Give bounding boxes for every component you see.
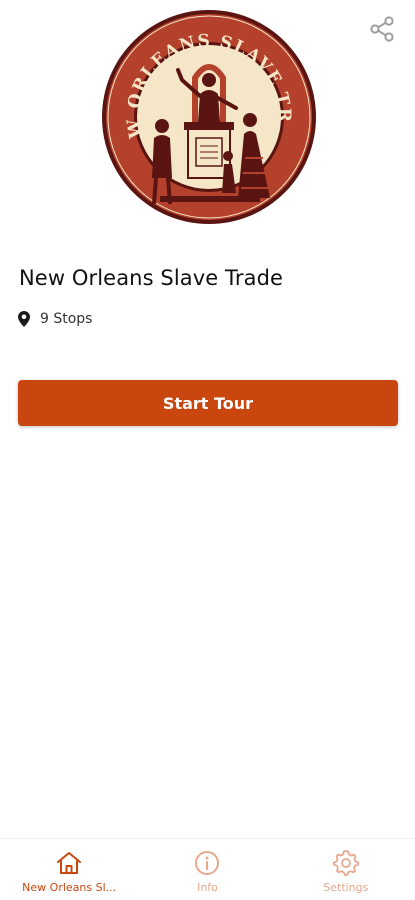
app-screen: NEW ORLEANS SLAVE TRADE — [0, 0, 415, 900]
tour-title: New Orleans Slave Trade — [19, 266, 284, 290]
stops-count-label: 9 Stops — [40, 311, 93, 327]
start-tour-button[interactable]: Start Tour — [18, 380, 398, 426]
nav-item-settings[interactable]: Settings — [277, 839, 415, 900]
bottom-nav: New Orleans Sl... Info Settings — [0, 838, 415, 900]
share-icon — [370, 16, 394, 42]
gear-icon — [332, 850, 360, 876]
home-icon — [57, 852, 82, 874]
stops-count-row: 9 Stops — [18, 311, 92, 327]
nav-label-info: Info — [197, 881, 218, 894]
nav-item-info[interactable]: Info — [138, 839, 276, 900]
nav-item-home[interactable]: New Orleans Sl... — [0, 839, 138, 900]
nav-label-home: New Orleans Sl... — [22, 881, 117, 894]
info-icon — [195, 851, 220, 875]
tour-logo: NEW ORLEANS SLAVE TRADE — [91, 0, 318, 226]
nav-label-settings: Settings — [323, 881, 369, 894]
share-button[interactable] — [365, 12, 399, 46]
map-pin-icon — [18, 311, 30, 327]
tour-logo-image: NEW ORLEANS SLAVE TRADE — [91, 0, 316, 224]
